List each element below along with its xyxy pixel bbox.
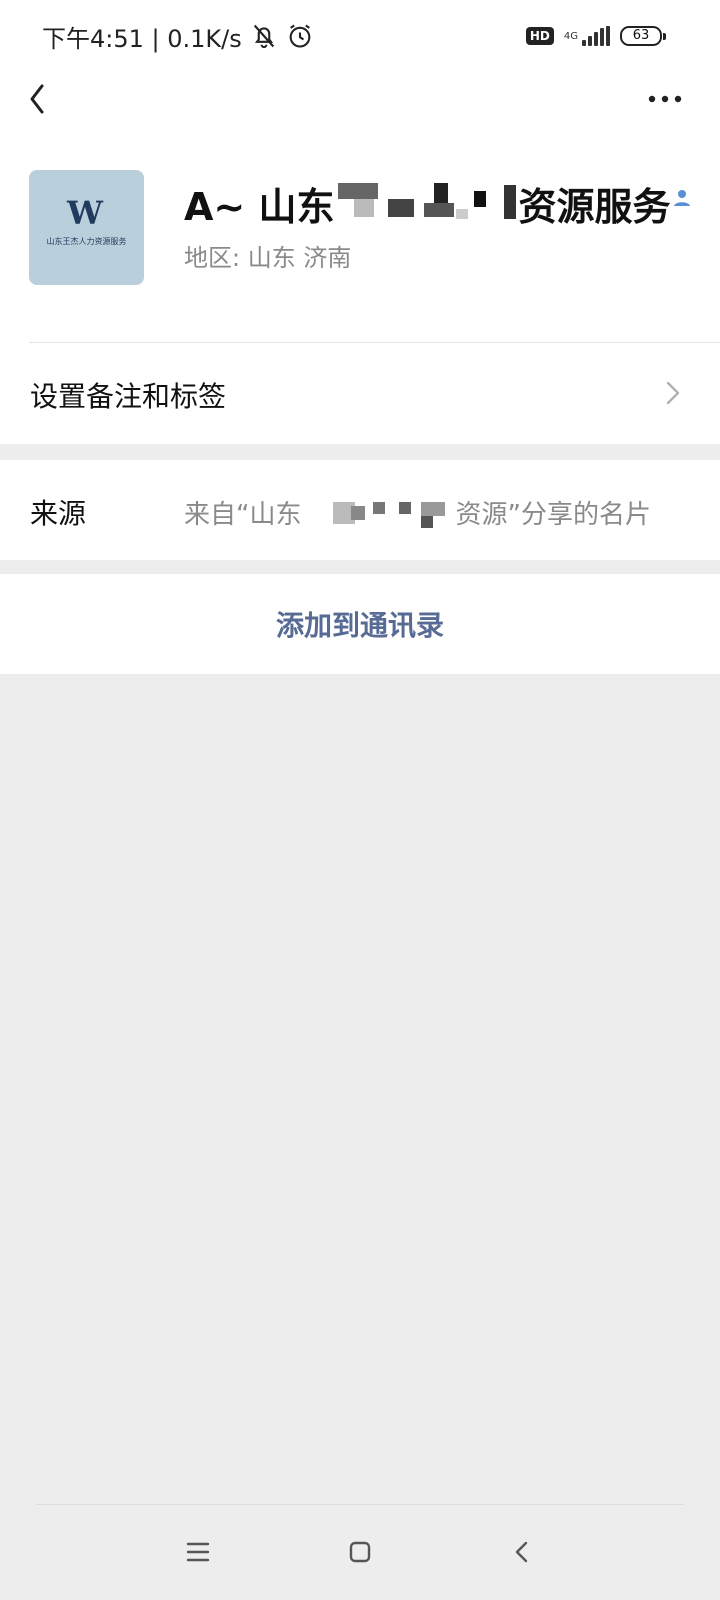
chevron-right-icon [666, 381, 680, 405]
source-label: 来源 [30, 497, 87, 530]
source-redacted-mosaic [303, 498, 453, 528]
status-right: HD 4G 63 [525, 20, 666, 52]
signal-icon [582, 26, 610, 46]
avatar-caption: 山东王杰人力资源服务 [46, 237, 127, 246]
source-value: 来自“山东 资源”分享的名片 [184, 494, 651, 531]
add-contact-card: 添加到通讯录 [0, 574, 720, 674]
status-bar: 下午4:51 | 0.1K/s HD 4G 63 [0, 0, 720, 70]
avatar[interactable]: W 山东王杰人力资源服务 [29, 170, 144, 285]
remark-label: 设置备注和标签 [30, 380, 227, 413]
name-redacted-mosaic [336, 181, 517, 225]
network-type: 4G [563, 30, 578, 42]
name-suffix: 资源服务 [518, 184, 671, 229]
more-icon[interactable] [640, 84, 690, 114]
back-icon[interactable] [20, 74, 60, 124]
remark-and-tags-row[interactable]: 设置备注和标签 [0, 343, 720, 443]
contact-name: A~ 山东 资源服务 [184, 178, 671, 229]
source-suffix: 资源”分享的名片 [455, 500, 651, 530]
bell-muted-icon [253, 24, 274, 49]
system-back-icon[interactable] [502, 1532, 542, 1572]
battery-icon: 63 [620, 26, 666, 46]
status-left: 下午4:51 | 0.1K/s [42, 20, 314, 53]
bottom-divider [36, 1504, 684, 1505]
home-icon[interactable] [340, 1532, 380, 1572]
source-prefix: 来自“山东 [184, 500, 302, 530]
source-row: 来源 来自“山东 资源”分享的名片 [0, 460, 720, 560]
add-to-contacts-button[interactable]: 添加到通讯录 [0, 574, 720, 674]
status-time: 下午4:51 | 0.1K/s [42, 24, 242, 53]
menu-icon[interactable] [178, 1532, 218, 1572]
battery-level: 63 [632, 28, 650, 43]
person-icon [674, 190, 690, 206]
hd-badge: HD [525, 27, 554, 45]
avatar-letter: W [67, 194, 103, 232]
alarm-icon [289, 24, 311, 48]
name-prefix: A~ 山东 [184, 184, 335, 229]
region-text: 地区: 山东 济南 [184, 244, 352, 272]
